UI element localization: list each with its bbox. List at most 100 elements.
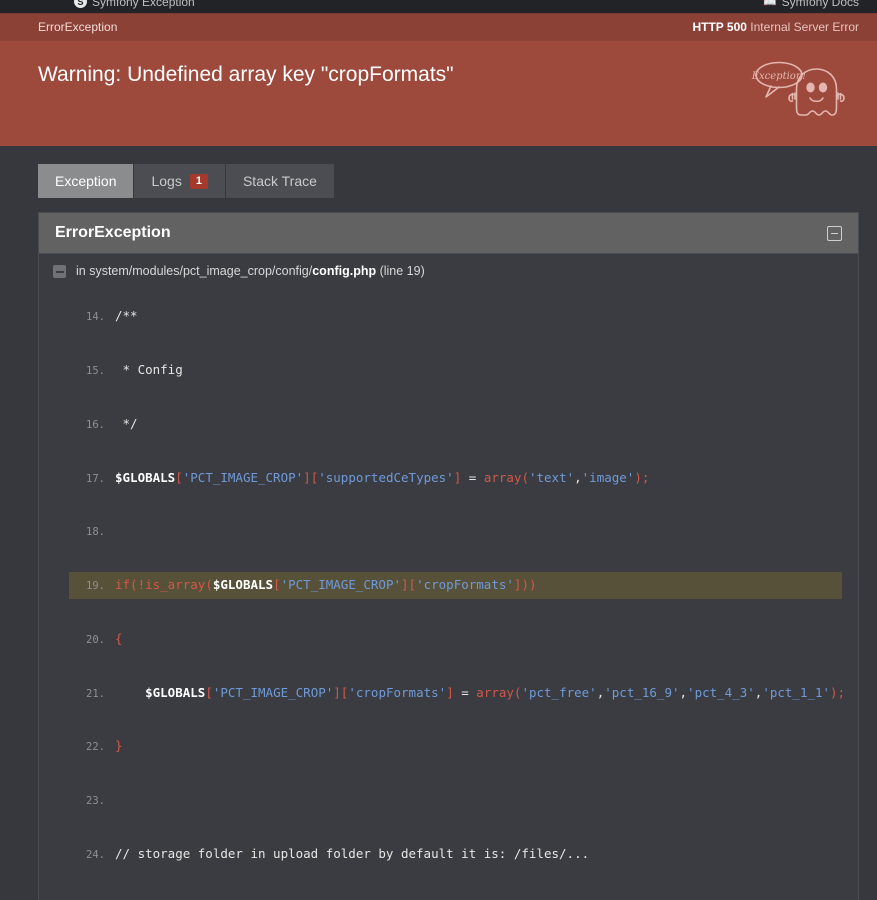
code-line-number: 20. — [86, 633, 105, 646]
code-token: 'PCT_IMAGE_CROP' — [212, 684, 334, 700]
code-line-number: 16. — [86, 418, 105, 431]
symfony-docs-link[interactable]: 📖 Symfony Docs — [763, 0, 859, 9]
exception-panel: ErrorException in system/modules/pct_ima… — [38, 212, 859, 900]
code-line-number: 18. — [86, 526, 105, 539]
http-status: HTTP 500 Internal Server Error — [692, 20, 859, 34]
code-token: = — [453, 684, 477, 700]
exception-class-label: ErrorException — [38, 20, 118, 34]
code-token: 'cropFormats' — [348, 684, 447, 700]
code-line-number: 24. — [86, 848, 105, 861]
minus-box-icon[interactable] — [53, 265, 66, 278]
exception-panel-header: ErrorException — [39, 213, 858, 253]
tab-exception[interactable]: Exception — [38, 164, 135, 198]
code-token: $GLOBALS — [145, 684, 206, 700]
tab-stack-trace[interactable]: Stack Trace — [225, 164, 335, 198]
page-content: Exception Logs 1 Stack Trace ErrorExcept… — [0, 164, 877, 900]
code-token: [ — [175, 469, 183, 485]
tab-exception-label: Exception — [55, 173, 117, 189]
tab-stack-trace-label: Stack Trace — [242, 173, 317, 189]
code-line: 15. * Config — [69, 357, 842, 384]
tab-bar: Exception Logs 1 Stack Trace — [38, 164, 859, 198]
symfony-logo-icon: S — [74, 0, 87, 8]
tab-logs-label: Logs — [151, 173, 182, 189]
code-token: array( — [476, 684, 522, 700]
code-token: 'PCT_IMAGE_CROP' — [280, 577, 402, 593]
code-line: 19. if(!is_array($GLOBALS['PCT_IMAGE_CROP… — [69, 572, 842, 599]
code-token: [ — [205, 684, 213, 700]
code-line: 14. /** — [69, 303, 842, 330]
exception-banner-meta: ErrorException HTTP 500 Internal Server … — [0, 14, 877, 41]
tab-logs-badge: 1 — [189, 173, 208, 189]
symfony-ghost-mascot-icon: Exception! — [751, 57, 859, 122]
code-line-number: 19. — [86, 580, 105, 593]
top-navigation-bar: S Symfony Exception 📖 Symfony Docs — [0, 0, 877, 13]
mascot-bubble-text: Exception! — [751, 71, 806, 82]
topbar-left-group[interactable]: S Symfony Exception — [18, 0, 195, 9]
code-line: 24. // storage folder in upload folder by… — [69, 841, 842, 868]
exception-panel-title: ErrorException — [55, 224, 171, 241]
code-token: /** — [115, 308, 138, 324]
code-token: = — [461, 469, 484, 485]
code-token: if( — [115, 577, 138, 593]
exception-banner-body: Warning: Undefined array key "cropFormat… — [0, 41, 877, 146]
code-line-number: 22. — [86, 741, 105, 754]
source-code-block: 14./** 15. * Config 16. */ 17. $GLOBALS['… — [39, 289, 858, 900]
frame-prefix: in — [76, 264, 90, 278]
code-token: 'text' — [528, 469, 575, 485]
code-token: [ — [273, 577, 281, 593]
code-line: 22.} — [69, 733, 842, 760]
code-line-number: 17. — [86, 472, 105, 485]
code-token: ] — [446, 684, 454, 700]
code-line-number: 14. — [86, 311, 105, 324]
code-token: ); — [634, 469, 650, 485]
exception-banner: ErrorException HTTP 500 Internal Server … — [0, 13, 877, 146]
code-token: array( — [483, 469, 529, 485]
code-line-number: 15. — [86, 365, 105, 378]
code-token: 'pct_1_1' — [762, 684, 831, 700]
code-token: 'pct_16_9' — [604, 684, 680, 700]
minus-box-icon[interactable] — [827, 225, 842, 241]
topbar-exception-label: Symfony Exception — [92, 0, 195, 9]
frame-line: (line 19) — [376, 264, 425, 278]
code-token: 'pct_free' — [521, 684, 597, 700]
code-token: 'PCT_IMAGE_CROP' — [182, 469, 304, 485]
page-title: Warning: Undefined array key "cropFormat… — [38, 63, 454, 86]
code-token: , — [679, 684, 688, 700]
http-status-code: HTTP 500 — [692, 20, 747, 34]
code-token: // storage folder in upload folder by de… — [115, 845, 590, 861]
code-token: 'image' — [581, 469, 635, 485]
frame-path: system/modules/pct_image_crop/config/ — [89, 264, 313, 278]
code-line: 17. $GLOBALS['PCT_IMAGE_CROP']['supported… — [69, 465, 842, 492]
code-line: 23. — [69, 787, 842, 814]
code-token: , — [574, 469, 582, 485]
code-token: { — [115, 630, 123, 646]
frame-file: config.php — [312, 264, 377, 278]
code-line: 20. { — [69, 626, 842, 653]
tab-logs[interactable]: Logs 1 — [134, 164, 226, 198]
book-icon: 📖 — [762, 0, 777, 8]
primary-frame-text: in system/modules/pct_image_crop/config/… — [76, 262, 842, 281]
code-token: $GLOBALS — [212, 577, 274, 593]
primary-frame-row[interactable]: in system/modules/pct_image_crop/config/… — [39, 253, 858, 289]
code-token: $GLOBALS — [115, 469, 176, 485]
code-token: ][ — [333, 684, 349, 700]
symfony-docs-label: Symfony Docs — [781, 0, 859, 9]
code-token: ][ — [303, 469, 319, 485]
code-token: ); — [830, 684, 842, 700]
code-line: 18. — [69, 518, 842, 545]
code-token: 'cropFormats' — [416, 577, 514, 593]
http-status-text: Internal Server Error — [750, 20, 859, 34]
code-token: ! — [137, 577, 146, 593]
code-token: */ — [115, 415, 138, 431]
code-token: } — [115, 738, 123, 754]
code-token: is_array( — [145, 577, 213, 593]
code-token: ])) — [513, 577, 537, 593]
code-token: * Config — [115, 362, 183, 378]
source-code: 14./** 15. * Config 16. */ 17. $GLOBALS['… — [69, 303, 842, 894]
code-line-number: 21. — [86, 687, 105, 700]
code-token: ][ — [401, 577, 417, 593]
code-token: 'pct_4_3' — [687, 684, 755, 700]
code-line: 21. $GLOBALS['PCT_IMAGE_CROP']['cropForm… — [69, 680, 842, 707]
code-token: 'supportedCeTypes' — [318, 469, 454, 485]
